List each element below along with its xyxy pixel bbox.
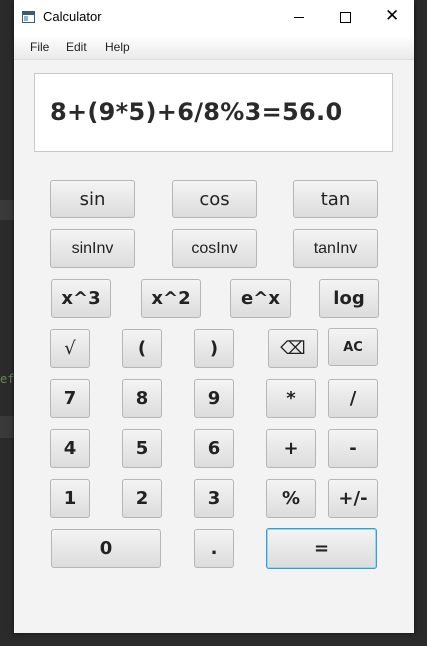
display-expression: 8+(9*5)+6/8%3=56.0 xyxy=(50,98,343,126)
background-editor-strip xyxy=(0,200,14,220)
add-button[interactable]: + xyxy=(266,429,316,468)
window-title: Calculator xyxy=(43,9,102,24)
digit-6-button[interactable]: 6 xyxy=(194,429,234,468)
cos-button[interactable]: cos xyxy=(172,180,257,218)
digit-7-button[interactable]: 7 xyxy=(50,379,90,418)
divide-button[interactable]: / xyxy=(328,379,378,418)
digit-9-button[interactable]: 9 xyxy=(194,379,234,418)
square-button[interactable]: x^2 xyxy=(141,279,201,318)
backspace-icon: ⌫ xyxy=(280,338,306,359)
result-display: 8+(9*5)+6/8%3=56.0 xyxy=(34,73,393,152)
log-button[interactable]: log xyxy=(319,279,379,318)
equals-button[interactable]: = xyxy=(266,528,377,569)
tan-button[interactable]: tan xyxy=(293,180,378,218)
decimal-button[interactable]: . xyxy=(194,529,234,568)
minimize-icon xyxy=(294,17,304,18)
background-editor-strip xyxy=(0,416,14,438)
digit-4-button[interactable]: 4 xyxy=(50,429,90,468)
menu-bar: File Edit Help xyxy=(14,35,414,60)
digit-3-button[interactable]: 3 xyxy=(194,479,234,518)
modulo-button[interactable]: % xyxy=(266,479,316,518)
cube-button[interactable]: x^3 xyxy=(51,279,111,318)
sqrt-button[interactable]: √ xyxy=(50,329,90,368)
close-paren-button[interactable]: ) xyxy=(194,329,234,368)
background-editor-text: ef xyxy=(0,372,15,386)
menu-file[interactable]: File xyxy=(30,40,49,54)
menu-help[interactable]: Help xyxy=(105,40,130,54)
open-paren-button[interactable]: ( xyxy=(122,329,162,368)
negate-button[interactable]: +/- xyxy=(328,479,378,518)
app-icon xyxy=(22,11,35,23)
close-button[interactable]: ✕ xyxy=(368,0,414,35)
backspace-button[interactable]: ⌫ xyxy=(268,329,318,368)
digit-1-button[interactable]: 1 xyxy=(50,479,90,518)
taninv-button[interactable]: tanInv xyxy=(293,229,378,268)
minimize-button[interactable] xyxy=(276,0,322,35)
close-icon: ✕ xyxy=(385,6,400,26)
calculator-body: 8+(9*5)+6/8%3=56.0 sin cos tan sinInv co… xyxy=(14,60,414,633)
cosinv-button[interactable]: cosInv xyxy=(172,229,257,268)
calculator-window: Calculator ✕ File Edit Help 8+(9*5)+6/8%… xyxy=(14,0,414,633)
digit-0-button[interactable]: 0 xyxy=(51,529,161,568)
maximize-icon xyxy=(340,12,351,23)
sininv-button[interactable]: sinInv xyxy=(50,229,135,268)
exp-button[interactable]: e^x xyxy=(230,279,291,318)
multiply-button[interactable]: * xyxy=(266,379,316,418)
digit-2-button[interactable]: 2 xyxy=(122,479,162,518)
digit-5-button[interactable]: 5 xyxy=(122,429,162,468)
clear-button[interactable]: AC xyxy=(328,328,378,366)
digit-8-button[interactable]: 8 xyxy=(122,379,162,418)
maximize-button[interactable] xyxy=(322,0,368,35)
sin-button[interactable]: sin xyxy=(50,180,135,218)
title-bar[interactable]: Calculator ✕ xyxy=(14,0,414,35)
menu-edit[interactable]: Edit xyxy=(66,40,87,54)
subtract-button[interactable]: - xyxy=(328,429,378,468)
